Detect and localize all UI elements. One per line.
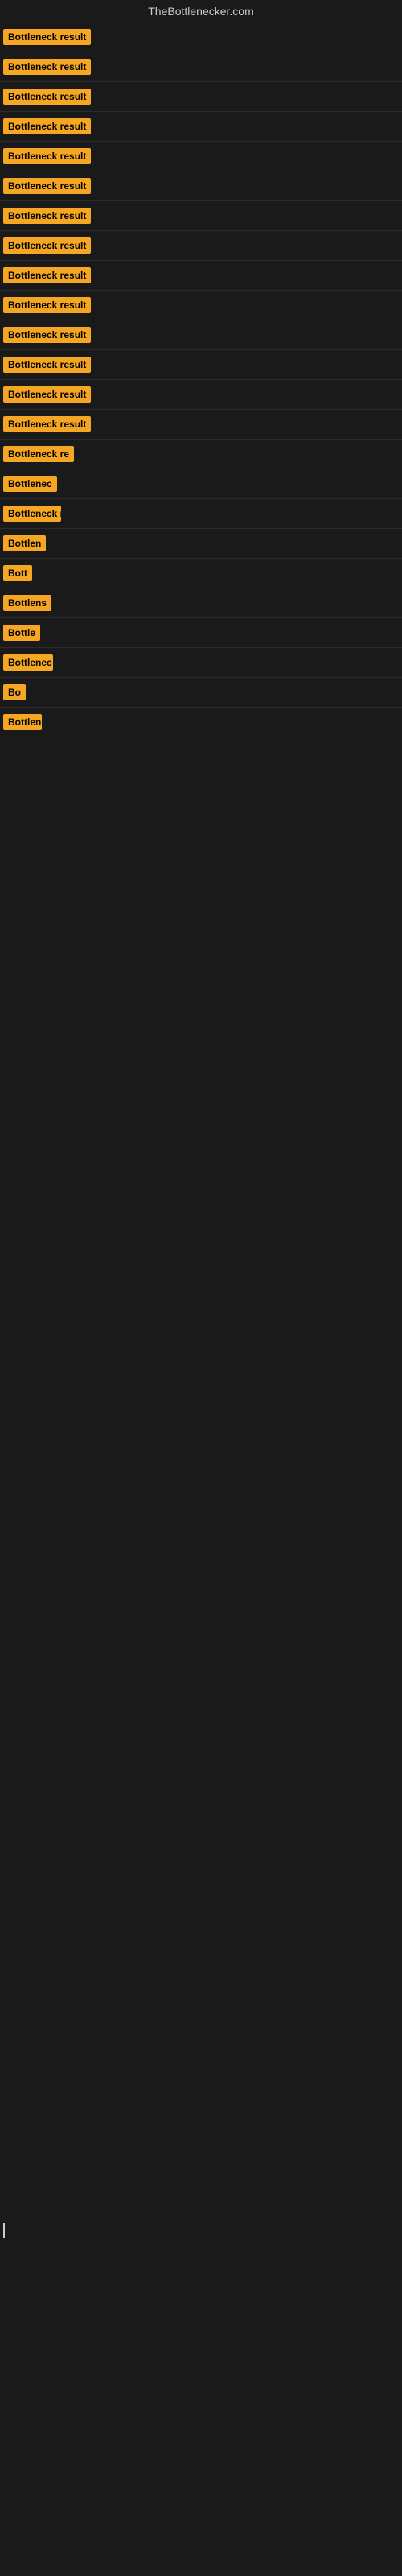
- list-item: Bottleneck result: [0, 201, 402, 231]
- list-item: Bottleneck result: [0, 350, 402, 380]
- bottleneck-badge[interactable]: Bottleneck result: [3, 29, 91, 45]
- list-item: Bottleneck result: [0, 23, 402, 52]
- bottleneck-badge[interactable]: Bottlenec: [3, 476, 57, 492]
- bottleneck-badge[interactable]: Bottleneck result: [3, 327, 91, 343]
- list-item: Bottleneck result: [0, 171, 402, 201]
- bottleneck-badge[interactable]: Bottleneck result: [3, 357, 91, 373]
- bottleneck-badge[interactable]: Bottleneck result: [3, 118, 91, 134]
- list-item: Bottleneck result: [0, 291, 402, 320]
- bottleneck-badge[interactable]: Bottle: [3, 625, 40, 641]
- bottleneck-badge[interactable]: Bottlen: [3, 535, 46, 551]
- bottleneck-badge[interactable]: Bottleneck result: [3, 237, 91, 254]
- list-item: Bottlen: [0, 529, 402, 559]
- list-item: Bottleneck result: [0, 261, 402, 291]
- bottleneck-badge[interactable]: Bottlenec: [3, 654, 53, 671]
- list-item: Bottle: [0, 618, 402, 648]
- list-item: Bottlens: [0, 588, 402, 618]
- list-item: Bottleneck r: [0, 499, 402, 529]
- list-item: Bott: [0, 559, 402, 588]
- list-item: Bottlenec: [0, 648, 402, 678]
- list-item: Bottlenec: [0, 469, 402, 499]
- list-item: Bottleneck result: [0, 320, 402, 350]
- bottleneck-badge[interactable]: Bottleneck result: [3, 297, 91, 313]
- cursor-line: [3, 2223, 5, 2238]
- bottleneck-badge[interactable]: Bottleneck result: [3, 386, 91, 402]
- bottleneck-badge[interactable]: Bottleneck result: [3, 148, 91, 164]
- bottleneck-badge[interactable]: Bottleneck re: [3, 446, 74, 462]
- bottleneck-badge[interactable]: Bottlen: [3, 714, 42, 730]
- list-item: Bottleneck result: [0, 82, 402, 112]
- list-item: Bottleneck result: [0, 231, 402, 261]
- bottleneck-badge[interactable]: Bottleneck result: [3, 89, 91, 105]
- bottleneck-badge[interactable]: Bottleneck result: [3, 267, 91, 283]
- list-item: Bottleneck result: [0, 142, 402, 171]
- bottleneck-badge[interactable]: Bottlens: [3, 595, 51, 611]
- bottleneck-badge[interactable]: Bottleneck result: [3, 208, 91, 224]
- list-item: Bottleneck result: [0, 410, 402, 440]
- list-item: Bottleneck re: [0, 440, 402, 469]
- bottleneck-badge[interactable]: Bottleneck r: [3, 506, 61, 522]
- bottleneck-badge[interactable]: Bo: [3, 684, 26, 700]
- list-item: Bottlen: [0, 708, 402, 737]
- site-title: TheBottlenecker.com: [0, 0, 402, 23]
- bottleneck-badge[interactable]: Bottleneck result: [3, 178, 91, 194]
- bottleneck-badge[interactable]: Bott: [3, 565, 32, 581]
- bottleneck-badge[interactable]: Bottleneck result: [3, 59, 91, 75]
- list-item: Bo: [0, 678, 402, 708]
- list-item: Bottleneck result: [0, 52, 402, 82]
- list-item: Bottleneck result: [0, 380, 402, 410]
- list-item: Bottleneck result: [0, 112, 402, 142]
- bottleneck-badge[interactable]: Bottleneck result: [3, 416, 91, 432]
